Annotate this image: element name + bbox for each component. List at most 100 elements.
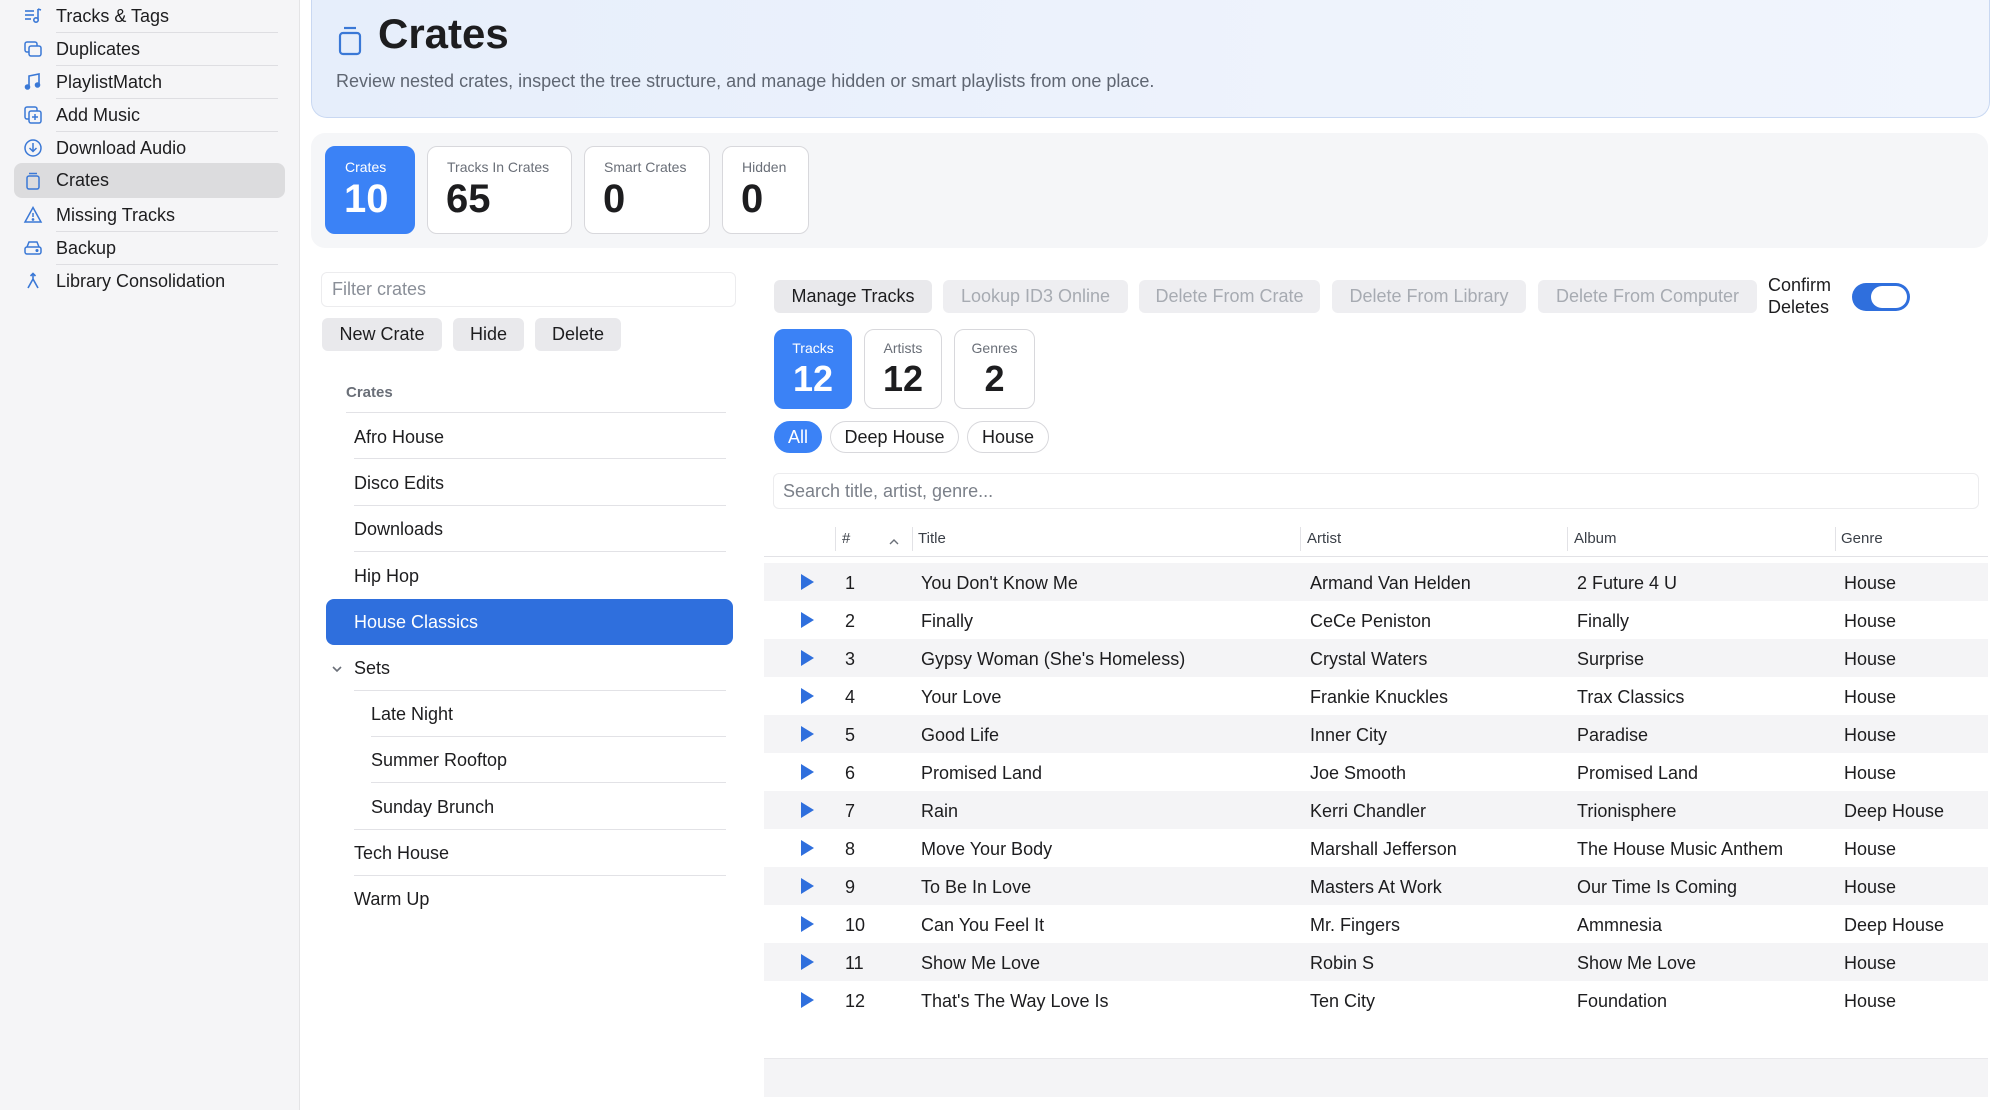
crate-stat-genres[interactable]: Genres 2: [954, 329, 1035, 409]
cell-title: Can You Feel It: [921, 915, 1045, 935]
track-search-input[interactable]: [773, 473, 1979, 509]
table-row[interactable]: 2 Finally CeCe Peniston Finally House: [764, 601, 1988, 639]
play-icon[interactable]: [801, 916, 814, 932]
table-row[interactable]: 10 Can You Feel It Mr. Fingers Ammnesia …: [764, 905, 1988, 943]
table-row[interactable]: 3 Gypsy Woman (She's Homeless) Crystal W…: [764, 639, 1988, 677]
column-header-title[interactable]: Title: [918, 530, 946, 547]
sidebar-item-duplicates[interactable]: Duplicates: [14, 33, 285, 66]
sidebar-item-add-music[interactable]: Add Music: [14, 99, 285, 132]
sidebar: Tracks & Tags Duplicates PlaylistMatch A…: [0, 0, 300, 1110]
sidebar-item-tracks-tags[interactable]: Tracks & Tags: [14, 0, 285, 33]
table-row[interactable]: 12 That's The Way Love Is Ten City Found…: [764, 981, 1988, 1019]
sort-ascending-icon[interactable]: [888, 534, 900, 552]
cell-artist: Mr. Fingers: [1310, 915, 1401, 935]
sidebar-item-library-consolidation[interactable]: Library Consolidation: [14, 265, 285, 297]
table-row[interactable]: 1 You Don't Know Me Armand Van Helden 2 …: [764, 563, 1988, 601]
stat-card-smart-crates[interactable]: Smart Crates 0: [584, 146, 710, 234]
table-header: # Title Artist Album Genre: [764, 523, 1988, 557]
column-header-artist[interactable]: Artist: [1307, 530, 1341, 547]
genre-filter-house[interactable]: House: [967, 421, 1049, 453]
new-crate-button[interactable]: New Crate: [322, 318, 442, 351]
genre-filter-deep-house[interactable]: Deep House: [830, 421, 959, 453]
column-header-num[interactable]: #: [842, 530, 850, 547]
tree-item[interactable]: Afro House: [326, 414, 733, 460]
delete-from-crate-button[interactable]: Delete From Crate: [1139, 280, 1320, 313]
column-header-genre[interactable]: Genre: [1841, 530, 1883, 547]
tree-item-expandable[interactable]: Sets: [326, 645, 733, 691]
sidebar-item-download-audio[interactable]: Download Audio: [14, 132, 285, 164]
tree-item-child[interactable]: Summer Rooftop: [326, 737, 733, 783]
cell-title: To Be In Love: [921, 877, 1032, 897]
crate-stat-artists[interactable]: Artists 12: [864, 329, 942, 409]
play-icon[interactable]: [801, 878, 814, 894]
play-icon[interactable]: [801, 726, 814, 742]
stat-value: 2: [984, 358, 1005, 399]
play-icon[interactable]: [801, 612, 814, 628]
cell-title: Promised Land: [921, 763, 1043, 783]
table-row[interactable]: 7 Rain Kerri Chandler Trionisphere Deep …: [764, 791, 1988, 829]
play-icon[interactable]: [801, 688, 814, 704]
hide-button[interactable]: Hide: [453, 318, 524, 351]
cell-genre: House: [1844, 611, 1897, 631]
stat-label: Tracks In Crates: [447, 159, 550, 175]
stat-card-tracks-in-crates[interactable]: Tracks In Crates 65: [427, 146, 572, 234]
play-icon[interactable]: [801, 954, 814, 970]
play-icon[interactable]: [801, 840, 814, 856]
cell-title: That's The Way Love Is: [921, 991, 1109, 1011]
play-icon[interactable]: [801, 574, 814, 590]
crate-stat-tracks[interactable]: Tracks 12: [774, 329, 852, 409]
confirm-deletes-toggle[interactable]: [1852, 283, 1910, 311]
sidebar-item-missing-tracks[interactable]: Missing Tracks: [14, 199, 285, 232]
download-icon: [22, 137, 44, 159]
sidebar-item-crates[interactable]: Crates: [14, 163, 285, 198]
play-icon[interactable]: [801, 802, 814, 818]
stat-value: 0: [603, 177, 626, 221]
stat-label: Crates: [345, 159, 387, 175]
cell-num: 7: [845, 801, 856, 821]
crate-tree-header: Crates: [346, 384, 393, 401]
lookup-id3-button[interactable]: Lookup ID3 Online: [943, 280, 1128, 313]
stat-card-hidden[interactable]: Hidden 0: [722, 146, 809, 234]
sidebar-item-label: Library Consolidation: [56, 270, 226, 291]
add-music-icon: [22, 104, 44, 126]
delete-from-computer-button[interactable]: Delete From Computer: [1538, 280, 1757, 313]
play-icon[interactable]: [801, 992, 814, 1008]
tree-item-selected[interactable]: House Classics: [326, 599, 733, 645]
cell-album: Trionisphere: [1577, 801, 1677, 821]
tree-item[interactable]: Warm Up: [326, 876, 733, 922]
play-icon[interactable]: [801, 650, 814, 666]
sidebar-item-playlistmatch[interactable]: PlaylistMatch: [14, 66, 285, 99]
tree-item-child[interactable]: Late Night: [326, 691, 733, 737]
filter-crates-input[interactable]: [321, 272, 736, 307]
manage-tracks-button[interactable]: Manage Tracks: [774, 280, 932, 313]
sidebar-item-backup[interactable]: Backup: [14, 232, 285, 265]
delete-from-library-button[interactable]: Delete From Library: [1332, 280, 1526, 313]
genre-filter-all[interactable]: All: [774, 421, 822, 453]
tree-item[interactable]: Downloads: [326, 506, 733, 552]
cell-genre: Deep House: [1844, 801, 1945, 821]
cell-num: 6: [845, 763, 856, 783]
table-row[interactable]: 6 Promised Land Joe Smooth Promised Land…: [764, 753, 1988, 791]
cell-num: 1: [845, 573, 856, 593]
play-icon[interactable]: [801, 764, 814, 780]
table-row[interactable]: 4 Your Love Frankie Knuckles Trax Classi…: [764, 677, 1988, 715]
table-row[interactable]: 8 Move Your Body Marshall Jefferson The …: [764, 829, 1988, 867]
cell-genre: House: [1844, 991, 1897, 1011]
table-row[interactable]: 5 Good Life Inner City Paradise House: [764, 715, 1988, 753]
column-header-album[interactable]: Album: [1574, 530, 1617, 547]
table-row[interactable]: 11 Show Me Love Robin S Show Me Love Hou…: [764, 943, 1988, 981]
page-header: [311, 0, 1990, 118]
delete-button[interactable]: Delete: [535, 318, 621, 351]
confirm-deletes-label-line2: Deletes: [1768, 297, 1830, 317]
tree-item[interactable]: Hip Hop: [326, 553, 733, 599]
sidebar-item-label: Add Music: [56, 104, 141, 125]
cell-genre: House: [1844, 953, 1897, 973]
tree-item[interactable]: Tech House: [326, 830, 733, 876]
chevron-down-icon[interactable]: [330, 660, 344, 681]
tree-item[interactable]: Disco Edits: [326, 460, 733, 506]
table-row[interactable]: 9 To Be In Love Masters At Work Our Time…: [764, 867, 1988, 905]
stat-card-crates[interactable]: Crates 10: [325, 146, 415, 234]
cell-genre: House: [1844, 687, 1897, 707]
stat-value: 12: [792, 358, 834, 399]
tree-item-child[interactable]: Sunday Brunch: [326, 784, 733, 830]
